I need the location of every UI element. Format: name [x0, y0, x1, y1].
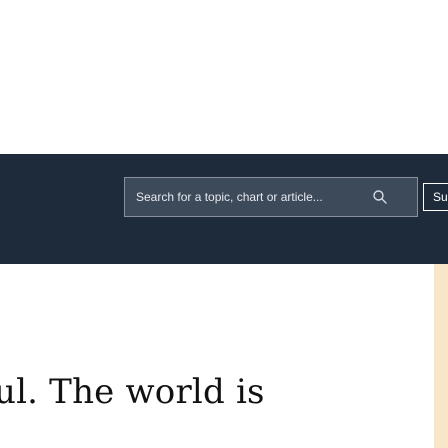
search-input[interactable]: Search for a topic, chart or article... — [124, 177, 418, 217]
search-icon[interactable] — [372, 189, 388, 205]
page: Search for a topic, chart or article... … — [0, 0, 448, 448]
search-placeholder: Search for a topic, chart or article... — [136, 190, 323, 204]
article-content — [0, 264, 448, 448]
top-whitespace — [0, 0, 448, 154]
article-headline: ul. The world is — [0, 372, 265, 412]
subscribe-button[interactable]: Sub — [423, 183, 448, 211]
accent-strip — [434, 264, 448, 448]
